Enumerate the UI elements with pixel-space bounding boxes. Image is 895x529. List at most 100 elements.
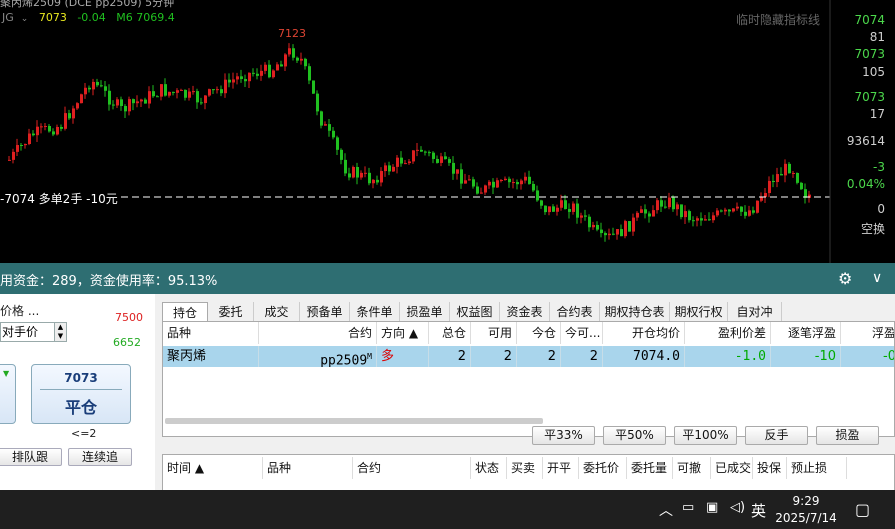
orders-header-cell[interactable]: 品种 (263, 457, 353, 479)
right-axis-label: 0 (877, 202, 885, 216)
clock-date: 2025/7/14 (775, 511, 837, 525)
chart-header: JG ⌄ 7073 -0.04 M6 7069.4 (2, 11, 182, 24)
tab-3[interactable]: 预备单 (300, 302, 350, 322)
cell-profit_diff: -1.0 (685, 346, 771, 367)
tab-11[interactable]: 自对冲 (728, 302, 782, 322)
table-row[interactable]: 聚丙烯 pp2509M 多 2 2 2 2 7074.0 -1.0 -10 -0 (163, 346, 894, 367)
trade-panel: 价格 ... 7500 对手价 ▲ ▼ 6652 ▼ 7073 平仓 <=2 排队… (0, 294, 895, 490)
positions-header-cell[interactable]: 浮盈 (841, 322, 894, 344)
ime-indicator[interactable]: 英 (751, 500, 766, 521)
cell-available: 2 (471, 346, 517, 367)
positions-header-cell[interactable]: 今可... (561, 322, 603, 344)
close-price: 7073 (64, 371, 98, 385)
positions-grid[interactable]: 品种 合约 方向 ▲ 总仓 可用 今仓 今可... 开仓均价 盈利价差 逐笔浮盈 浮盈 聚丙烯 pp2… (162, 321, 895, 437)
close-position-button[interactable]: 7073 平仓 (31, 364, 131, 424)
tab-7[interactable]: 资金表 (500, 302, 550, 322)
cell-float_pnl2: -0 (841, 346, 894, 367)
tab-6[interactable]: 权益图 (450, 302, 500, 322)
close-qty-hint: <=2 (71, 427, 97, 440)
tab-1[interactable]: 委托 (208, 302, 254, 322)
funds-status-text: 用资金：289，资金使用率：95.13% (0, 274, 218, 289)
tab-2[interactable]: 成交 (254, 302, 300, 322)
peak-price-label: 7123 (278, 27, 306, 40)
indicator-name: JG (2, 11, 14, 24)
positions-header-cell[interactable]: 可用 (471, 322, 517, 344)
cell-today_avail: 2 (561, 346, 603, 367)
positions-header-cell[interactable]: 盈利价差 (685, 322, 771, 344)
right-axis-label: 0.04% (846, 177, 885, 191)
orders-header-cell[interactable]: 可撤 (673, 457, 711, 479)
positions-header-cell[interactable]: 总仓 (429, 322, 471, 344)
cell-direction: 多 (377, 346, 429, 367)
notification-icon[interactable]: ▢ (855, 500, 870, 519)
tab-0[interactable]: 持仓 (162, 302, 208, 323)
orders-header-cell[interactable]: 状态 (471, 457, 507, 479)
contract-code: pp2509 (320, 353, 368, 367)
network-icon[interactable]: ▣ (706, 500, 718, 515)
orders-header-cell[interactable]: 合约 (353, 457, 471, 479)
positions-header-cell[interactable]: 合约 (259, 322, 377, 344)
orders-header-cell[interactable]: 买卖 (507, 457, 543, 479)
windows-taskbar: ︿ ▭ ▣ ◁) 英 9:29 2025/7/14 ▢ (0, 490, 895, 529)
battery-icon[interactable]: ▭ (682, 500, 694, 515)
positions-header-cell[interactable]: 品种 (163, 322, 259, 344)
positions-header-cell[interactable]: 今仓 (517, 322, 561, 344)
positions-header-cell[interactable]: 方向 ▲ (377, 322, 429, 344)
action-button[interactable]: 平100% (674, 426, 737, 445)
continuous-chase-button[interactable]: 连续追 (68, 448, 132, 466)
orders-header-cell[interactable]: 预止损 (787, 457, 847, 479)
open-position-button[interactable]: ▼ (0, 364, 16, 424)
orders-grid[interactable]: 时间 ▲ 品种 合约 状态 买卖 开平 委托价 委托量 可撤 已成交 投保 预止损 (162, 454, 895, 490)
tab-5[interactable]: 损盈单 (400, 302, 450, 322)
right-axis-label: 105 (862, 65, 885, 79)
orders-header-cell[interactable]: 已成交 (711, 457, 753, 479)
open-triangle-icon: ▼ (3, 369, 10, 378)
gear-icon[interactable]: ⚙ (838, 269, 852, 288)
lower-limit-price: 6652 (113, 336, 141, 349)
upper-limit-price: 7500 (115, 311, 143, 324)
right-axis-label: 17 (869, 107, 885, 121)
price-mode-field[interactable]: 对手价 (0, 322, 55, 342)
queue-follow-button[interactable]: 排队跟 (0, 448, 62, 466)
right-axis-label: 93614 (846, 134, 885, 148)
orders-header-cell[interactable]: 委托量 (627, 457, 673, 479)
tab-9[interactable]: 期权持仓表 (600, 302, 670, 322)
orders-header-cell[interactable]: 投保 (753, 457, 787, 479)
right-axis-label: 7074 (854, 13, 885, 27)
cell-product: 聚丙烯 (163, 346, 259, 367)
tab-4[interactable]: 条件单 (350, 302, 400, 322)
chevron-down-icon[interactable]: ∨ (872, 270, 882, 286)
orders-header-cell[interactable]: 委托价 (579, 457, 627, 479)
action-button[interactable]: 平50% (603, 426, 666, 445)
price-spinner[interactable]: ▲ ▼ (54, 322, 67, 342)
volume-icon[interactable]: ◁) (730, 500, 745, 515)
position-line-label[interactable]: -7074 多单2手 -10元 (0, 190, 120, 207)
action-button[interactable]: 反手 (745, 426, 808, 445)
action-button[interactable]: 平33% (532, 426, 595, 445)
orders-header-cell[interactable]: 时间 ▲ (163, 457, 263, 479)
contract-market-mark: M (367, 352, 372, 361)
positions-header-cell[interactable]: 逐笔浮盈 (771, 322, 841, 344)
header-ma: M6 7069.4 (116, 11, 175, 24)
system-clock[interactable]: 9:29 2025/7/14 (774, 493, 838, 527)
right-axis-label: -3 (873, 160, 885, 174)
orders-header-cell[interactable]: 开平 (543, 457, 579, 479)
price-type-label[interactable]: 价格 ... (0, 302, 39, 319)
cell-contract: pp2509M (259, 346, 377, 367)
action-button[interactable]: 损盈 (816, 426, 879, 445)
tray-chevron-up-icon[interactable]: ︿ (659, 500, 673, 520)
hide-indicator-link[interactable]: 临时隐藏指标线 (736, 11, 820, 28)
horizontal-scrollbar[interactable] (165, 418, 543, 424)
chart-canvas (0, 0, 831, 263)
cell-total: 2 (429, 346, 471, 367)
right-axis-label: 81 (869, 30, 885, 44)
candlestick-chart[interactable]: 聚丙烯2509 (DCE pp2509) 5分钟 JG ⌄ 7073 -0.04 … (0, 0, 895, 263)
cell-float_pnl: -10 (771, 346, 841, 367)
indicator-chevron-icon[interactable]: ⌄ (21, 14, 29, 24)
positions-header-cell[interactable]: 开仓均价 (603, 322, 685, 344)
right-axis-label: 7073 (854, 47, 885, 61)
funds-status-bar: 用资金：289，资金使用率：95.13% ⚙ ∨ (0, 263, 895, 294)
header-change: -0.04 (77, 11, 106, 24)
tab-8[interactable]: 合约表 (550, 302, 600, 322)
tab-10[interactable]: 期权行权 (670, 302, 728, 322)
